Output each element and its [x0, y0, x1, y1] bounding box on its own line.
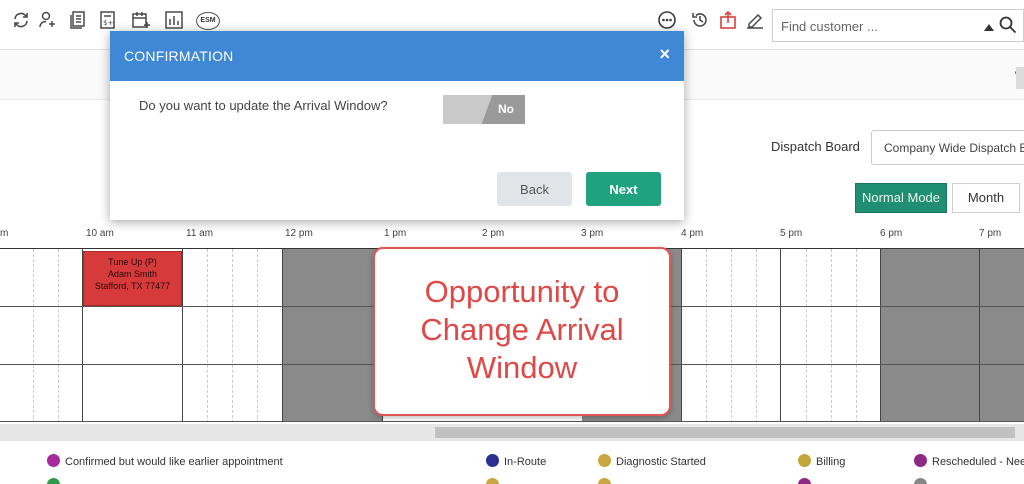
grid-subline: [856, 249, 857, 422]
time-label: 12 pm: [285, 228, 313, 239]
time-label: m: [0, 228, 9, 239]
toggle-label: No: [498, 102, 514, 116]
callout-text: Opportunity to Change Arrival Window: [420, 274, 624, 385]
arrival-window-toggle[interactable]: No: [443, 95, 525, 124]
caret-up-icon[interactable]: [983, 19, 995, 37]
time-label: 11 am: [186, 228, 214, 239]
unavailable-block: [880, 249, 1024, 422]
legend-label: Billing: [816, 456, 846, 468]
bar-chart-icon[interactable]: [164, 10, 184, 30]
search-input[interactable]: [781, 16, 971, 36]
legend-item: Diagnostic Started: [598, 454, 706, 468]
documents-icon[interactable]: [68, 10, 88, 30]
time-label: 6 pm: [880, 228, 903, 239]
annotation-callout: Opportunity to Change Arrival Window: [373, 247, 671, 416]
grid-hour-line: [780, 249, 781, 422]
confirmation-dialog: CONFIRMATION × Do you want to update the…: [110, 31, 684, 220]
legend-dot-icon: [47, 478, 60, 484]
legend-dot-icon: [914, 478, 927, 484]
esm-badge[interactable]: ESM: [196, 12, 220, 30]
grid-subline: [58, 249, 59, 422]
invoice-icon[interactable]: $+: [98, 10, 118, 30]
grid-subline: [756, 249, 757, 422]
dialog-header: CONFIRMATION ×: [110, 31, 684, 81]
legend-label: Rescheduled - Nee: [932, 456, 1024, 468]
time-axis: m 10 am 11 am 12 pm 1 pm 2 pm 3 pm 4 pm …: [0, 222, 1024, 248]
customer-search: [772, 9, 1024, 42]
horizontal-scrollbar[interactable]: [0, 424, 1024, 441]
legend-dot-icon: [798, 478, 811, 484]
unavailable-block: [282, 249, 382, 422]
dispatch-board-select[interactable]: Company Wide Dispatch B: [871, 130, 1024, 165]
time-label: 3 pm: [581, 228, 604, 239]
grid-subline: [33, 249, 34, 422]
legend-item: Rescheduled - Nee: [914, 454, 1024, 468]
grid-subline: [731, 249, 732, 422]
scrollbar-thumb[interactable]: [435, 427, 1015, 438]
time-label: 7 pm: [979, 228, 1002, 239]
dispatch-board-label: Dispatch Board: [771, 139, 860, 154]
svg-text:$+: $+: [103, 19, 113, 27]
grid-subline: [706, 249, 707, 422]
grid-hour-line: [681, 249, 682, 422]
appointment-title: Tune Up (P): [108, 257, 157, 267]
back-button[interactable]: Back: [497, 172, 572, 206]
grid-hour-line: [182, 249, 183, 422]
time-label: 10 am: [86, 228, 114, 239]
legend-label: In-Route: [504, 456, 547, 468]
legend-item: Billing: [798, 454, 845, 468]
grid-row-line: [0, 421, 1024, 422]
search-icon[interactable]: [999, 16, 1017, 39]
grid-subline: [232, 249, 233, 422]
more-icon[interactable]: [657, 10, 677, 30]
grid-subline: [257, 249, 258, 422]
appointment-block[interactable]: Tune Up (P) Adam Smith Stafford, TX 7747…: [83, 251, 182, 306]
legend-item: Confirmed but would like earlier appoint…: [47, 454, 283, 468]
legend-dot-icon: [914, 454, 927, 467]
legend-label: Diagnostic Started: [616, 456, 706, 468]
time-label: 5 pm: [780, 228, 803, 239]
grid-hour-line: [880, 249, 881, 422]
legend-label: Confirmed but would like earlier appoint…: [65, 456, 283, 468]
add-user-icon[interactable]: [38, 10, 58, 30]
legend-dot-icon: [798, 454, 811, 467]
time-label: 4 pm: [681, 228, 704, 239]
normal-mode-button[interactable]: Normal Mode: [855, 183, 947, 213]
legend-item: In-Route: [486, 454, 546, 468]
grid-subline: [806, 249, 807, 422]
legend-dot-icon: [598, 478, 611, 484]
appointment-location: Stafford, TX 77477: [94, 281, 171, 291]
side-scroll-stub[interactable]: [1016, 67, 1024, 89]
legend-dot-icon: [486, 454, 499, 467]
refresh-icon[interactable]: [11, 10, 31, 30]
share-icon[interactable]: [718, 10, 738, 30]
legend-dot-icon: [47, 454, 60, 467]
time-label: 2 pm: [482, 228, 505, 239]
toggle-knob: [443, 95, 493, 124]
legend-dot-icon: [486, 478, 499, 484]
grid-hour-line: [979, 249, 980, 422]
month-button[interactable]: Month: [952, 183, 1020, 213]
grid-subline: [207, 249, 208, 422]
grid-subline: [831, 249, 832, 422]
close-icon[interactable]: ×: [659, 45, 670, 63]
appointment-customer: Adam Smith: [107, 269, 158, 279]
grid-hour-line: [282, 249, 283, 422]
legend-dot-icon: [598, 454, 611, 467]
calendar-add-icon[interactable]: [131, 10, 151, 30]
edit-icon[interactable]: [745, 10, 765, 30]
time-label: 1 pm: [384, 228, 407, 239]
dialog-title: CONFIRMATION: [124, 48, 234, 64]
history-icon[interactable]: [690, 10, 710, 30]
dialog-question: Do you want to update the Arrival Window…: [139, 98, 388, 113]
next-button[interactable]: Next: [586, 172, 661, 206]
